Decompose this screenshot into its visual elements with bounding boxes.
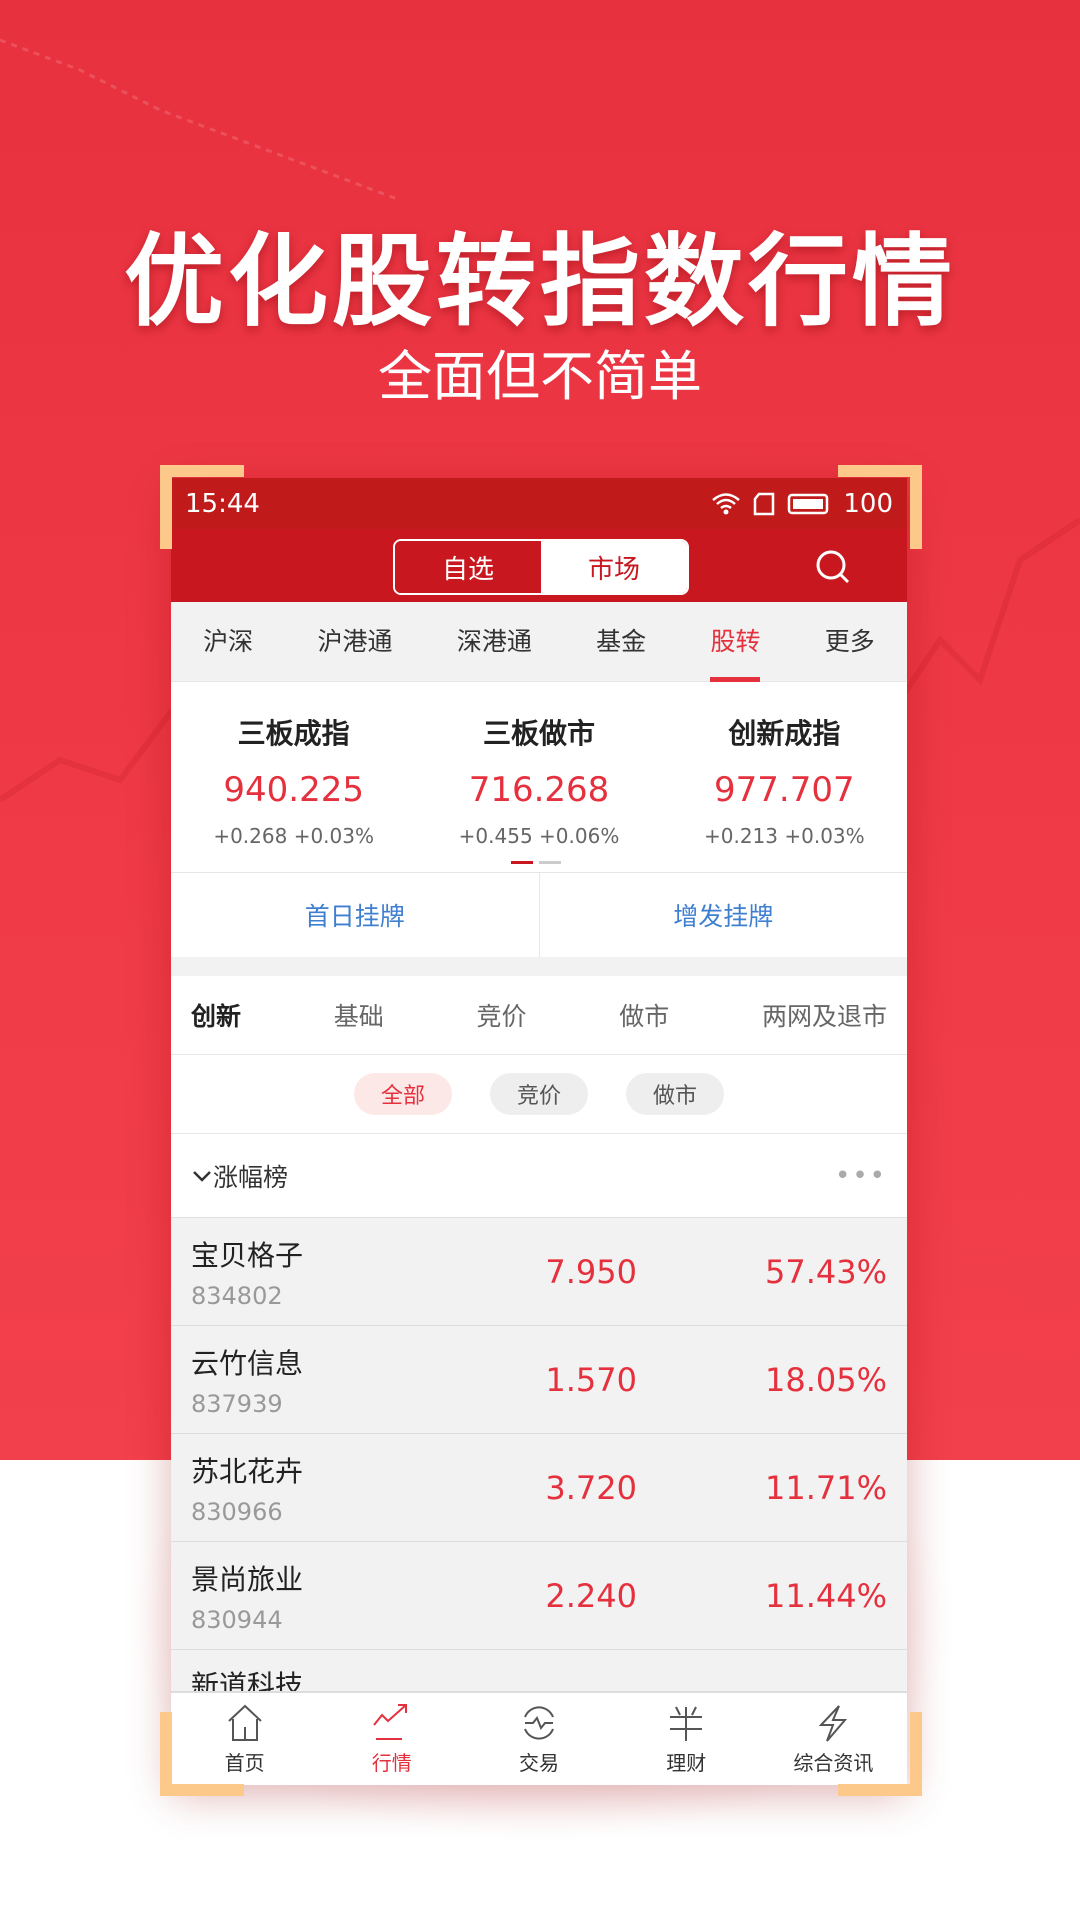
trade-icon xyxy=(524,1705,554,1740)
table-row[interactable]: 云竹信息 837939 1.570 18.05% xyxy=(171,1326,907,1434)
index-card[interactable]: 创新成指 977.707 +0.213 +0.03% xyxy=(662,682,907,872)
app-header: 自选 市场 xyxy=(171,529,907,602)
index-name: 创新成指 xyxy=(728,717,841,750)
sub-tab-auction[interactable]: 竞价 xyxy=(476,997,526,1033)
index-card[interactable]: 三板做市 716.268 +0.455 +0.06% xyxy=(416,682,661,872)
index-value: 940.225 xyxy=(223,770,364,810)
index-value: 977.707 xyxy=(714,770,855,810)
chip-all[interactable]: 全部 xyxy=(354,1073,452,1115)
sim-icon xyxy=(754,492,775,515)
segment-market[interactable]: 市场 xyxy=(541,541,687,593)
chevron-down-icon xyxy=(193,1170,211,1182)
nav-trade[interactable]: 交易 xyxy=(465,1693,612,1785)
tab-hugangtong[interactable]: 沪港通 xyxy=(317,602,392,682)
promo-subtitle: 全面但不简单 xyxy=(378,345,702,408)
stock-name: 苏北花卉 xyxy=(191,1454,304,1488)
frame-corner xyxy=(160,1712,244,1796)
battery-icon xyxy=(788,493,829,514)
stock-name: 云竹信息 xyxy=(191,1346,304,1380)
stock-pct: 18.05% xyxy=(764,1360,887,1399)
sub-tab-delisted[interactable]: 两网及退市 xyxy=(762,997,887,1033)
first-day-listing-link[interactable]: 首日挂牌 xyxy=(171,873,540,957)
stock-name: 宝贝格子 xyxy=(191,1238,304,1272)
ranking-list: 宝贝格子 834802 7.950 57.43% 云竹信息 837939 1.570 18.… xyxy=(171,1218,907,1758)
filter-chips: 全部 竞价 做市 xyxy=(171,1055,907,1134)
market-tabs: 沪深 沪港通 深港通 基金 股转 更多 xyxy=(171,602,907,682)
page-indicator xyxy=(511,861,561,864)
tab-more[interactable]: 更多 xyxy=(825,602,875,682)
frame-corner xyxy=(160,465,244,549)
additional-listing-link[interactable]: 增发挂牌 xyxy=(540,873,908,957)
bottom-nav: 首页 行情 交易 理财 综合资讯 xyxy=(171,1691,907,1785)
tab-hushen[interactable]: 沪深 xyxy=(203,602,253,682)
ranking-title: 涨幅榜 xyxy=(213,1162,289,1192)
tab-fund[interactable]: 基金 xyxy=(596,602,646,682)
stock-price: 2.240 xyxy=(545,1576,637,1615)
index-pct: +0.03% xyxy=(784,824,865,848)
index-card[interactable]: 三板成指 940.225 +0.268 +0.03% xyxy=(171,682,416,872)
stock-price: 1.570 xyxy=(545,1360,637,1399)
wifi-icon xyxy=(712,492,741,514)
sub-tabs: 创新 基础 竞价 做市 两网及退市 xyxy=(171,976,907,1055)
stock-price: 3.720 xyxy=(545,1468,637,1507)
yuan-icon xyxy=(670,1706,703,1741)
sub-tab-innovation[interactable]: 创新 xyxy=(191,997,241,1033)
stock-price: 7.950 xyxy=(545,1252,637,1291)
table-row[interactable]: 景尚旅业 830944 2.240 11.44% xyxy=(171,1542,907,1650)
more-icon[interactable]: ••• xyxy=(835,1161,887,1191)
segment-control: 自选 市场 xyxy=(393,539,689,595)
stock-code: 837939 xyxy=(191,1389,283,1418)
promo-headline: 优化股转指数行情 xyxy=(124,223,956,340)
tab-shengangtong[interactable]: 深港通 xyxy=(457,602,532,682)
table-row[interactable]: 宝贝格子 834802 7.950 57.43% xyxy=(171,1218,907,1326)
index-value: 716.268 xyxy=(468,770,610,810)
chip-auction[interactable]: 竞价 xyxy=(490,1073,588,1115)
sub-tab-basic[interactable]: 基础 xyxy=(334,997,384,1033)
table-row[interactable]: 苏北花卉 830966 3.720 11.71% xyxy=(171,1434,907,1542)
search-icon[interactable] xyxy=(815,549,851,585)
stock-code: 830944 xyxy=(191,1605,283,1634)
trend-icon xyxy=(373,1703,407,1740)
frame-corner xyxy=(838,465,922,549)
nav-wealth[interactable]: 理财 xyxy=(613,1693,760,1785)
index-change: +0.213 xyxy=(703,824,778,848)
stock-pct: 11.44% xyxy=(764,1576,887,1615)
nav-label: 理财 xyxy=(666,1750,707,1775)
stock-code: 834802 xyxy=(191,1281,283,1310)
stock-pct: 11.71% xyxy=(764,1468,887,1507)
index-name: 三板成指 xyxy=(237,717,350,750)
sub-tab-market-making[interactable]: 做市 xyxy=(619,997,669,1033)
index-pct: +0.06% xyxy=(539,824,620,848)
chip-market-making[interactable]: 做市 xyxy=(626,1073,724,1115)
index-name: 三板做市 xyxy=(482,717,595,750)
nav-label: 交易 xyxy=(519,1750,559,1775)
nav-market[interactable]: 行情 xyxy=(318,1693,465,1785)
frame-corner xyxy=(838,1712,922,1796)
phone-screen: 15:44 100 自选 市场 沪深 沪港通 深港通 基金 股转 更多 三板成指… xyxy=(171,478,907,1785)
index-change: +0.268 xyxy=(213,824,288,848)
segment-watchlist[interactable]: 自选 xyxy=(395,541,541,593)
status-bar: 15:44 100 xyxy=(171,478,907,529)
stock-pct: 57.43% xyxy=(764,1252,887,1291)
ranking-header[interactable]: 涨幅榜 ••• xyxy=(171,1134,907,1218)
listing-links: 首日挂牌 增发挂牌 xyxy=(171,872,907,957)
index-change: +0.455 xyxy=(458,824,533,848)
index-pct: +0.03% xyxy=(293,824,374,848)
tab-neeq[interactable]: 股转 xyxy=(710,602,761,682)
index-carousel: 三板成指 940.225 +0.268 +0.03% 三板做市 716.268 +0.4… xyxy=(171,682,907,872)
stock-name: 景尚旅业 xyxy=(191,1562,304,1596)
stock-code: 830966 xyxy=(191,1497,283,1526)
nav-label: 行情 xyxy=(371,1750,412,1775)
